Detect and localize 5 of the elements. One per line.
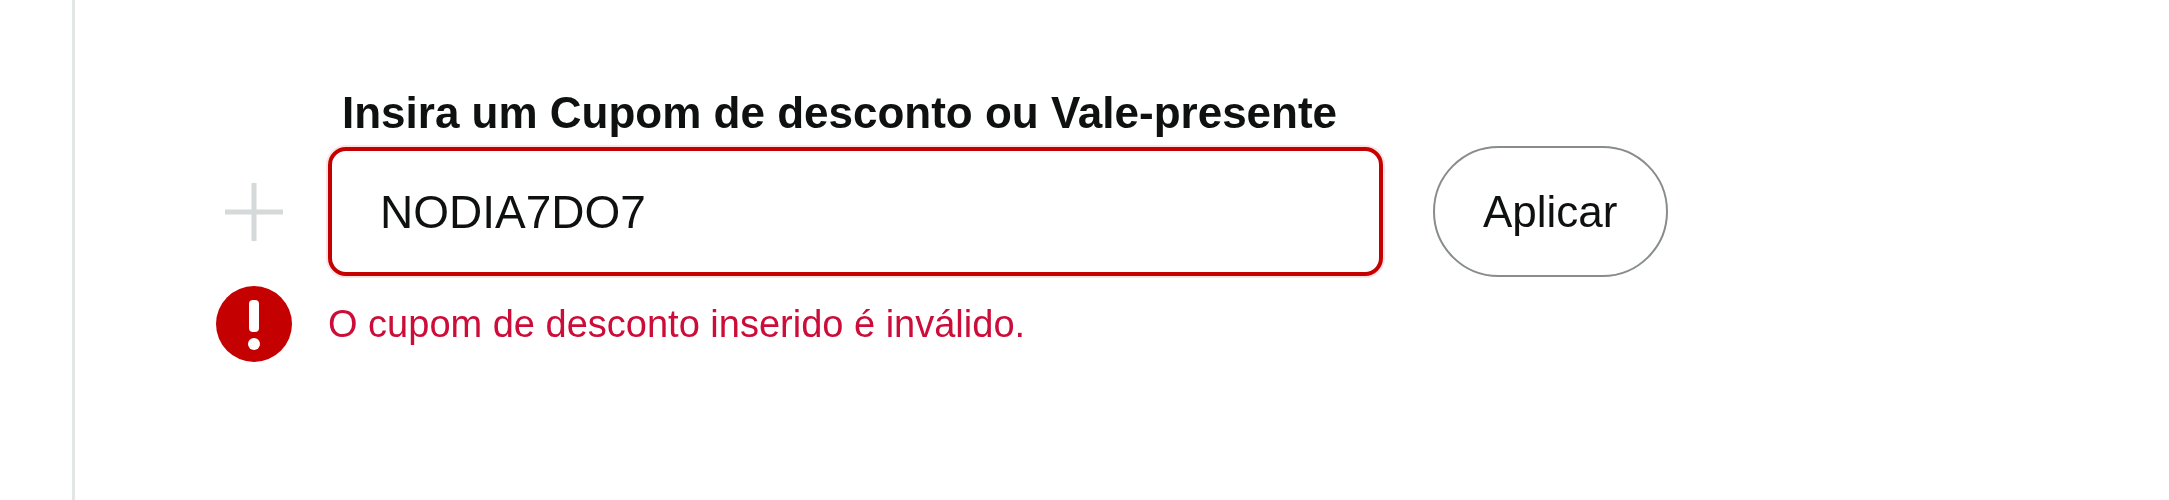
field-label: Insira um Cupom de desconto ou Vale-presente — [342, 88, 1339, 138]
apply-button[interactable]: Aplicar — [1433, 146, 1668, 277]
error-icon — [215, 285, 293, 363]
coupon-field[interactable]: NODIA7DO7 — [328, 147, 1383, 276]
error-message: O cupom de desconto inserido é inválido. — [328, 302, 1027, 346]
